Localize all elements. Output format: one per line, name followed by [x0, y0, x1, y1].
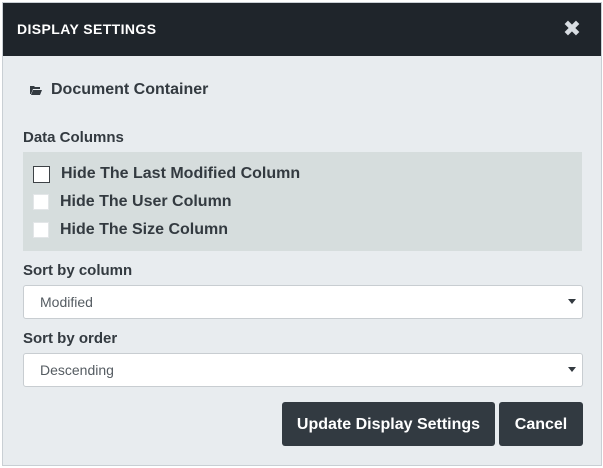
hide-user-label: Hide The User Column: [60, 193, 232, 210]
data-columns-panel: Hide The Last Modified Column Hide The U…: [23, 152, 582, 251]
hide-size-label: Hide The Size Column: [60, 221, 229, 238]
caret-down-icon: [568, 299, 576, 304]
folder-breadcrumb: Document Container: [30, 80, 208, 100]
data-columns-label: Data Columns: [23, 129, 124, 146]
close-icon[interactable]: ✖: [561, 16, 583, 42]
sort-by-order-value: Descending: [40, 362, 114, 378]
sort-by-column-select[interactable]: Modified: [23, 285, 583, 319]
hide-size-option[interactable]: Hide The Size Column: [33, 220, 228, 240]
caret-down-icon: [568, 367, 576, 372]
sort-by-order-select[interactable]: Descending: [23, 353, 583, 387]
sort-by-order-label: Sort by order: [23, 330, 118, 347]
update-display-settings-button[interactable]: Update Display Settings: [282, 402, 495, 446]
cancel-button[interactable]: Cancel: [499, 402, 583, 446]
folder-open-icon: [30, 86, 42, 95]
hide-user-option[interactable]: Hide The User Column: [33, 192, 232, 212]
hide-last-modified-option[interactable]: Hide The Last Modified Column: [33, 164, 300, 184]
sort-by-column-label: Sort by column: [23, 262, 133, 279]
hide-last-modified-checkbox[interactable]: [33, 165, 50, 183]
dialog-header: DISPLAY SETTINGS ✖: [3, 3, 601, 56]
sort-by-column-value: Modified: [40, 294, 93, 310]
dialog-title: DISPLAY SETTINGS: [17, 21, 157, 37]
hide-last-modified-label: Hide The Last Modified Column: [61, 165, 301, 182]
folder-name: Document Container: [51, 81, 209, 98]
hide-size-checkbox[interactable]: [33, 222, 49, 238]
hide-user-checkbox[interactable]: [33, 194, 49, 210]
display-settings-dialog: DISPLAY SETTINGS ✖ Document Container Da…: [2, 2, 602, 466]
